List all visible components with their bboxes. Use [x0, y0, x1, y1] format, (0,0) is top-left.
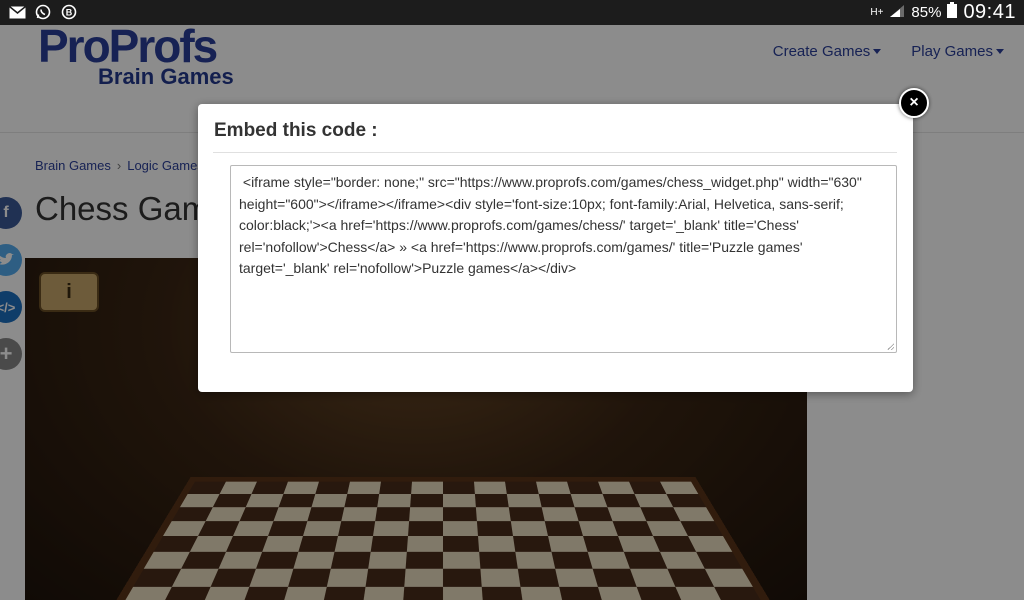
dialog-title: Embed this code : — [214, 120, 378, 142]
embed-code-textarea[interactable]: <iframe style="border: none;" src="https… — [230, 165, 897, 353]
svg-text:B: B — [66, 8, 73, 18]
b-app-icon: B — [60, 4, 78, 20]
resize-grip-icon[interactable] — [887, 343, 894, 350]
status-bar: B H+ 85% 09:41 — [0, 0, 1024, 25]
clock: 09:41 — [963, 1, 1016, 24]
battery-level: 85% — [911, 4, 941, 21]
close-icon: × — [909, 94, 918, 112]
signal-icon — [889, 2, 905, 23]
system-status: H+ 85% 09:41 — [870, 0, 1016, 25]
close-dialog-button[interactable]: × — [899, 88, 929, 118]
notification-icons: B — [8, 4, 78, 20]
dialog-divider — [213, 152, 897, 153]
whatsapp-icon — [34, 4, 52, 20]
battery-icon — [947, 2, 957, 23]
mail-icon — [8, 4, 26, 20]
embed-code-dialog: Embed this code : <iframe style="border:… — [198, 104, 913, 392]
network-type-icon: H+ — [870, 8, 883, 18]
